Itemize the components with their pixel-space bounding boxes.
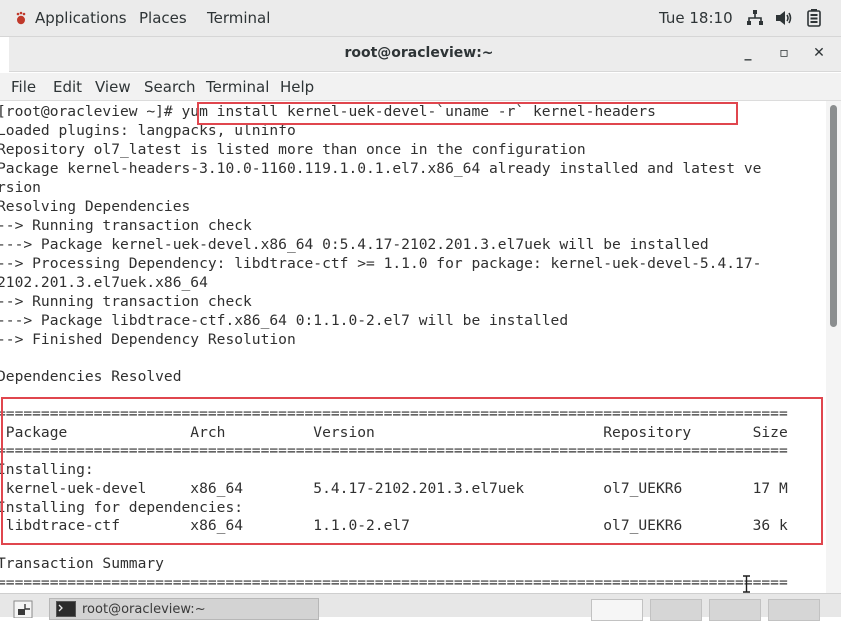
terminal-line: Resolving Dependencies [0, 198, 191, 215]
terminal-line: ---> Package kernel-uek-devel.x86_64 0:5… [0, 236, 709, 253]
terminal-line: Repository ol7_latest is listed more tha… [0, 141, 586, 158]
terminal-line: ========================================… [0, 574, 788, 591]
menu-search[interactable]: Search [144, 78, 196, 96]
menu-file[interactable]: File [11, 78, 36, 96]
show-desktop-icon[interactable] [13, 600, 33, 618]
top-panel: Applications Places Terminal Tue 18:10 [0, 0, 841, 37]
workspace-1[interactable] [591, 599, 643, 621]
terminal-line: ---> Package libdtrace-ctf.x86_64 0:1.1.… [0, 312, 569, 329]
terminal-line: --> Processing Dependency: libdtrace-ctf… [0, 255, 762, 272]
terminal-line: rsion [0, 179, 41, 196]
applications-foot-icon [16, 11, 26, 25]
dependency-table-highlight-box [1, 397, 823, 545]
terminal-line: 2102.201.3.el7uek.x86_64 [0, 274, 208, 291]
terminal-menubar: File Edit View Search Terminal Help [0, 73, 841, 101]
terminal-line: --> Running transaction check [0, 293, 252, 310]
window-titlebar[interactable]: root@oracleview:~ _ ▫ ✕ [9, 37, 841, 72]
network-icon[interactable] [746, 9, 764, 27]
bottom-taskbar: root@oracleview:~ [0, 593, 841, 621]
clock[interactable]: Tue 18:10 [659, 9, 733, 27]
volume-icon[interactable] [774, 9, 794, 27]
places-menu[interactable]: Places [139, 9, 187, 27]
menu-view[interactable]: View [95, 78, 131, 96]
minimize-button[interactable]: _ [738, 43, 758, 63]
terminal-line: Dependencies Resolved [0, 368, 182, 385]
workspace-4[interactable] [768, 599, 820, 621]
terminal-line: Package kernel-headers-3.10.0-1160.119.1… [0, 160, 762, 177]
menu-terminal[interactable]: Terminal [206, 78, 269, 96]
text-cursor-icon [743, 575, 750, 593]
terminal-line: Transaction Summary [0, 555, 164, 572]
terminal-icon [56, 601, 76, 617]
applications-menu[interactable]: Applications [35, 9, 127, 27]
menu-help[interactable]: Help [280, 78, 314, 96]
workspace-3[interactable] [709, 599, 761, 621]
scrollbar-thumb[interactable] [830, 105, 837, 327]
terminal-scrollbar[interactable] [826, 101, 841, 593]
window-title: root@oracleview:~ [344, 45, 494, 61]
battery-icon[interactable] [806, 9, 822, 27]
close-button[interactable]: ✕ [809, 43, 829, 63]
workspace-2[interactable] [650, 599, 702, 621]
menu-edit[interactable]: Edit [53, 78, 82, 96]
terminal-app-menu[interactable]: Terminal [207, 9, 270, 27]
terminal-line: --> Running transaction check [0, 217, 252, 234]
command-highlight-box [197, 102, 738, 125]
terminal-line: --> Finished Dependency Resolution [0, 331, 296, 348]
maximize-button[interactable]: ▫ [774, 43, 794, 63]
taskbar-task-label: root@oracleview:~ [82, 602, 206, 617]
